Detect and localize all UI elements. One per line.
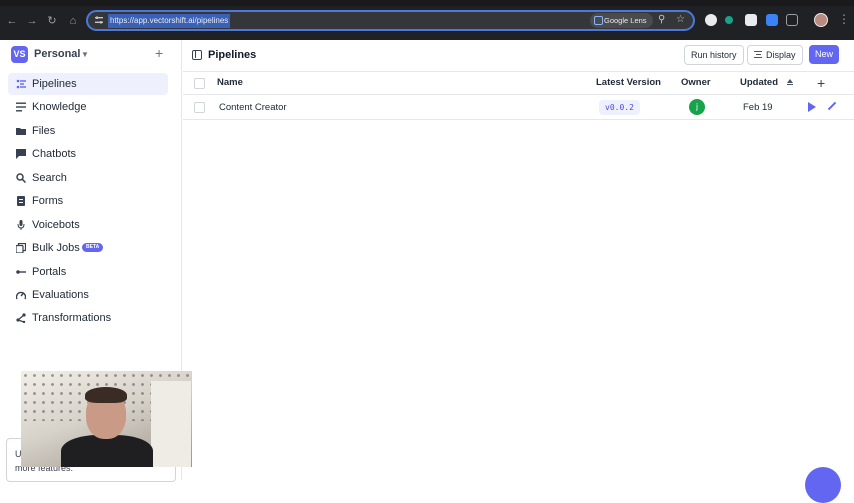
microphone-icon — [17, 219, 25, 230]
main-content: Pipelines Run history Display New Name L… — [183, 40, 854, 480]
updated-date: Feb 19 — [743, 102, 773, 113]
sidebar-item-label: Knowledge — [32, 101, 87, 114]
tab-strip — [0, 0, 854, 6]
display-button[interactable]: Display — [747, 45, 803, 65]
google-lens-button[interactable]: Google Lens — [590, 13, 653, 28]
sidebar-item-portals[interactable]: Portals — [8, 261, 168, 283]
version-badge: v0.0.2 — [599, 100, 640, 115]
sidebar-nav: Pipelines Knowledge Files Chatbots Searc… — [8, 73, 168, 331]
folder-icon — [16, 127, 26, 135]
sidebar-item-label: Voicebots — [32, 218, 80, 231]
home-icon[interactable]: ⌂ — [66, 14, 80, 28]
edit-icon[interactable] — [828, 101, 836, 113]
workspace-badge[interactable]: VS — [11, 46, 28, 63]
sidebar-item-label: Evaluations — [32, 288, 89, 301]
sidebar-item-label: Pipelines — [32, 78, 77, 90]
extension-icon[interactable] — [766, 14, 778, 26]
sidebar-item-bulk-jobs[interactable]: Bulk Jobs BETA — [8, 237, 168, 259]
profile-avatar[interactable] — [814, 13, 828, 27]
sidebar-item-label: Portals — [32, 265, 67, 278]
portal-icon — [16, 269, 26, 274]
sidebar-item-chatbots[interactable]: Chatbots — [8, 143, 168, 165]
workspace-name[interactable]: Personal — [34, 47, 80, 62]
table-row[interactable]: Content Creator v0.0.2 j Feb 19 — [183, 96, 854, 120]
table-header: Name Latest Version Owner Updated + — [183, 71, 854, 95]
sidebar-item-label: Chatbots — [32, 148, 77, 161]
column-header-latest-version[interactable]: Latest Version — [596, 77, 661, 89]
sidebar-item-label: Forms — [32, 195, 64, 208]
sidebar-item-files[interactable]: Files — [8, 120, 168, 142]
bulk-jobs-icon — [16, 243, 26, 254]
sidebar-item-voicebots[interactable]: Voicebots — [8, 214, 168, 236]
zoom-icon[interactable]: ⚲ — [658, 13, 665, 27]
run-icon[interactable] — [808, 102, 816, 112]
back-icon[interactable]: ← — [5, 14, 19, 28]
select-all-checkbox[interactable] — [194, 78, 205, 89]
webcam-person — [85, 387, 127, 403]
column-header-name[interactable]: Name — [217, 77, 243, 89]
add-column-icon[interactable]: + — [817, 73, 825, 93]
sidebar-item-label: Files — [32, 124, 56, 137]
chevron-down-icon[interactable]: ▼ — [81, 47, 89, 62]
beta-badge: BETA — [82, 243, 104, 253]
sidebar-item-forms[interactable]: Forms — [8, 190, 168, 212]
add-icon[interactable]: + — [155, 45, 163, 61]
url-text[interactable]: https://app.vectorshift.ai/pipelines — [108, 14, 231, 28]
forward-icon[interactable]: → — [25, 14, 39, 28]
sidebar-item-search[interactable]: Search — [8, 167, 168, 189]
browser-chrome: ← → ↻ ⌂ https://app.vectorshift.ai/pipel… — [0, 0, 854, 40]
extensions-puzzle-icon[interactable] — [786, 14, 798, 26]
extension-icon[interactable] — [705, 14, 717, 26]
sidebar-item-transformations[interactable]: Transformations — [8, 307, 168, 329]
display-button-label: Display — [766, 50, 796, 60]
filter-icon — [754, 51, 762, 58]
sidebar-item-label: Bulk Jobs — [32, 242, 80, 255]
owner-avatar: j — [689, 99, 705, 115]
run-history-button[interactable]: Run history — [684, 45, 744, 65]
knowledge-icon — [16, 102, 26, 112]
page-title: Pipelines — [208, 49, 257, 61]
sidebar-toggle-icon[interactable] — [192, 50, 202, 60]
sidebar-item-label: Search — [32, 171, 67, 184]
webcam-person — [61, 435, 153, 467]
browser-menu-icon[interactable]: ⋮ — [838, 11, 850, 27]
bookmark-star-icon[interactable]: ☆ — [676, 13, 685, 27]
extension-icon[interactable] — [725, 16, 733, 24]
sidebar-item-evaluations[interactable]: Evaluations — [8, 284, 168, 306]
row-checkbox[interactable] — [194, 102, 205, 113]
column-header-updated[interactable]: Updated — [740, 77, 778, 89]
chat-icon — [16, 149, 26, 160]
search-icon — [16, 173, 26, 183]
address-bar[interactable]: https://app.vectorshift.ai/pipelines Goo… — [86, 10, 695, 31]
reload-icon[interactable]: ↻ — [45, 14, 59, 28]
pipelines-icon — [16, 79, 26, 89]
sidebar-item-pipelines[interactable]: Pipelines — [8, 73, 168, 95]
pipeline-name[interactable]: Content Creator — [219, 102, 287, 114]
form-icon — [17, 196, 25, 207]
extension-icon[interactable] — [745, 14, 757, 26]
sidebar-item-knowledge[interactable]: Knowledge — [8, 96, 168, 118]
sort-ascending-icon[interactable] — [787, 79, 793, 86]
sidebar-item-label: Transformations — [32, 312, 112, 325]
site-info-icon[interactable] — [94, 15, 104, 25]
webcam-overlay — [21, 371, 192, 467]
transform-icon — [16, 313, 26, 324]
chat-support-button[interactable] — [805, 467, 841, 503]
new-pipeline-button[interactable]: New — [809, 45, 840, 64]
column-header-owner[interactable]: Owner — [681, 77, 711, 89]
evaluations-icon — [16, 291, 26, 300]
